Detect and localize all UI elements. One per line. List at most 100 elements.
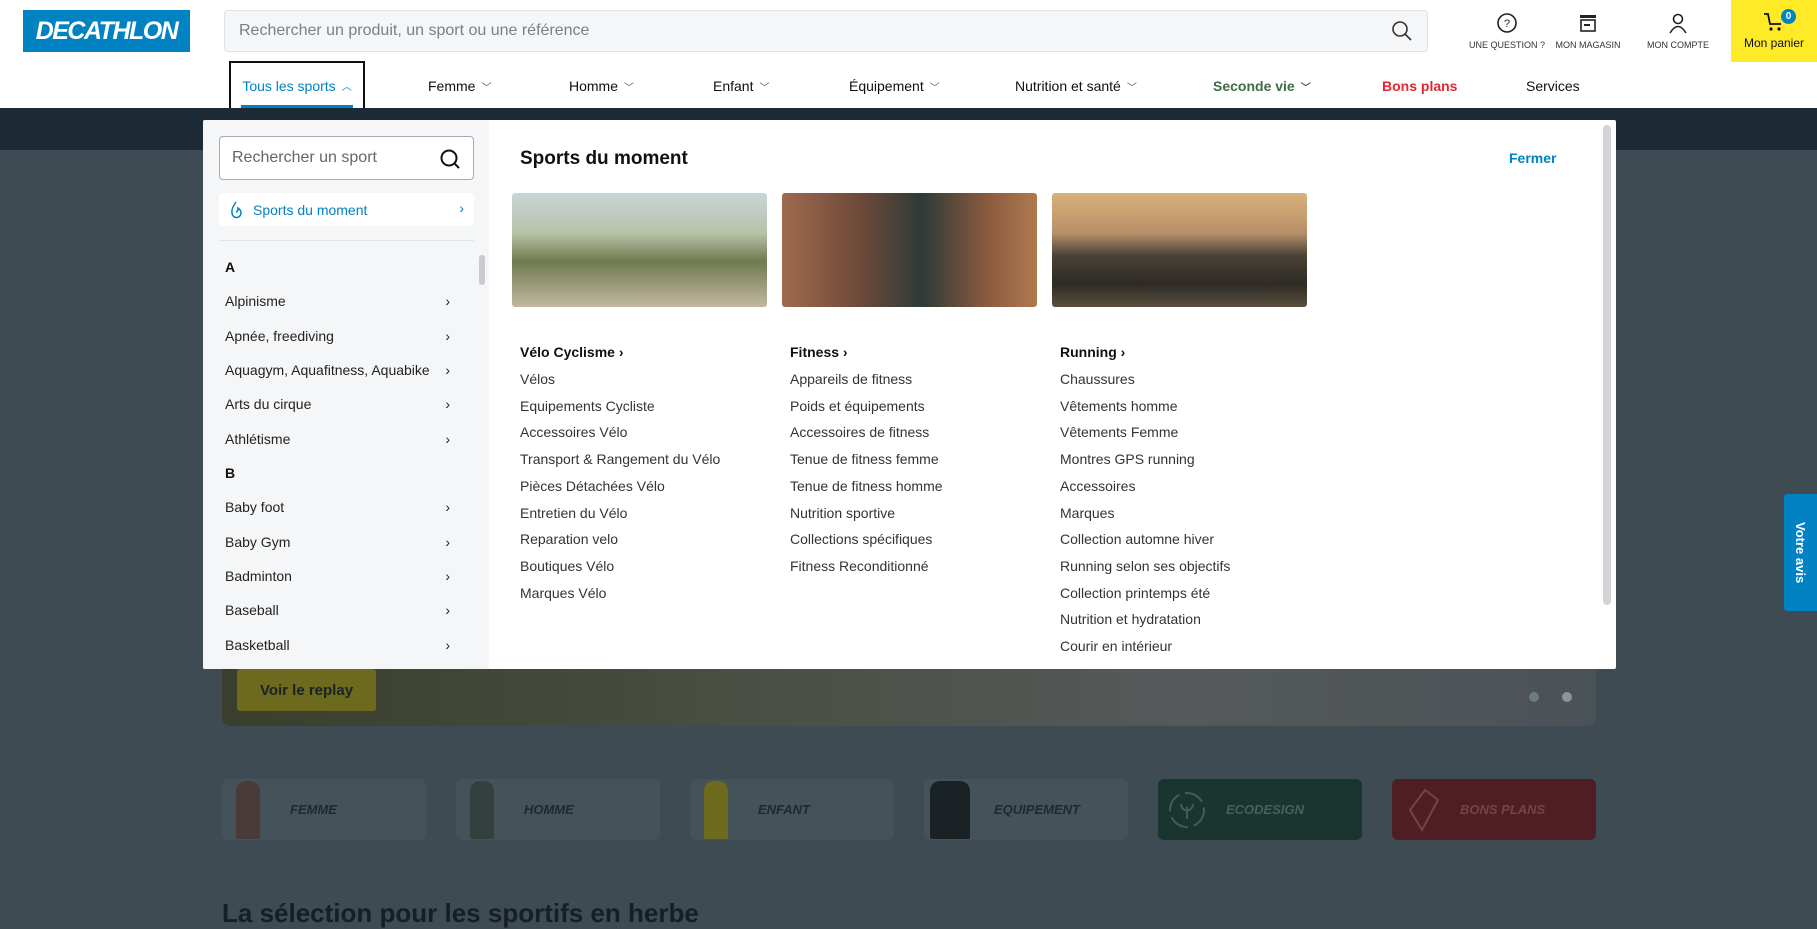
category-femme[interactable]: FEMME (222, 779, 426, 840)
store-icon (1580, 15, 1596, 32)
sports-sidebar: Rechercher un sport Sports du moment › A… (203, 120, 489, 669)
nav-label: Femme (428, 78, 476, 94)
menu-link[interactable]: Collection automne hiver (1060, 531, 1214, 547)
category-bons-plans[interactable]: BONS PLANS (1392, 779, 1596, 840)
nav-enfant[interactable]: Enfant ﹀ (713, 64, 769, 108)
cycling-image[interactable] (512, 193, 767, 307)
sport-item[interactable]: Athlétisme › (225, 431, 450, 447)
account-button[interactable]: MON COMPTE (1638, 12, 1718, 50)
sport-item[interactable]: Apnée, freediving › (225, 328, 450, 344)
column-title: Fitness (790, 344, 840, 360)
menu-link[interactable]: Fitness Reconditionné (790, 558, 929, 574)
menu-link[interactable]: Vêtements Femme (1060, 424, 1178, 440)
sports-du-moment-link[interactable]: Sports du moment › (219, 193, 474, 226)
chevron-right-icon: › (445, 568, 450, 584)
sport-item[interactable]: Baby foot › (225, 499, 450, 515)
sport-item[interactable]: Baby Gym › (225, 534, 450, 550)
ecodesign-icon (1169, 792, 1205, 828)
category-homme[interactable]: HOMME (456, 779, 660, 840)
sport-item[interactable]: Basketball › (225, 637, 450, 653)
menu-link[interactable]: Chaussures (1060, 371, 1135, 387)
sidebar-scrollbar[interactable] (479, 255, 485, 285)
sport-item[interactable]: Arts du cirque › (225, 396, 450, 412)
chevron-down-icon: ﹀ (929, 82, 940, 94)
menu-scrollbar[interactable] (1603, 125, 1611, 605)
nav-label: Enfant (713, 78, 754, 94)
search-icon[interactable] (1391, 20, 1413, 42)
help-button[interactable]: ? UNE QUESTION ? (1467, 12, 1547, 50)
column-heading-link[interactable]: Vélo Cyclisme › (520, 344, 624, 360)
menu-link[interactable]: Nutrition sportive (790, 505, 895, 521)
running-image[interactable] (1052, 193, 1307, 307)
column-title: Running (1060, 344, 1117, 360)
nav-services[interactable]: Services (1526, 64, 1580, 108)
menu-link[interactable]: Vêtements homme (1060, 398, 1178, 414)
menu-link[interactable]: Vélos (520, 371, 555, 387)
store-label: MON MAGASIN (1555, 40, 1621, 50)
carousel-dot[interactable] (1529, 692, 1539, 702)
letter-heading: B (225, 465, 236, 481)
menu-link[interactable]: Entretien du Vélo (520, 505, 627, 521)
menu-link[interactable]: Tenue de fitness homme (790, 478, 943, 494)
product-search-input[interactable]: Rechercher un produit, un sport ou une r… (224, 10, 1428, 52)
nav-homme[interactable]: Homme ﹀ (569, 64, 634, 108)
menu-link[interactable]: Marques Vélo (520, 585, 606, 601)
carousel-dot[interactable] (1562, 692, 1572, 702)
help-label: UNE QUESTION ? (1468, 40, 1545, 50)
menu-link[interactable]: Collection printemps été (1060, 585, 1210, 601)
menu-link[interactable]: Accessoires (1060, 478, 1135, 494)
user-icon (1669, 13, 1687, 34)
menu-link[interactable]: Poids et équipements (790, 398, 925, 414)
replay-button[interactable]: Voir le replay (237, 669, 376, 711)
close-button[interactable]: Fermer (1509, 150, 1556, 166)
category-label: HOMME (524, 802, 574, 817)
menu-link[interactable]: Courir en intérieur (1060, 638, 1172, 654)
feedback-tab[interactable]: Votre avis (1784, 494, 1817, 611)
menu-link[interactable]: Equipements Cycliste (520, 398, 655, 414)
menu-link[interactable]: Accessoires Vélo (520, 424, 627, 440)
menu-link[interactable]: Nutrition et hydratation (1060, 611, 1201, 627)
menu-link[interactable]: Marques (1060, 505, 1114, 521)
sport-item[interactable]: Alpinisme › (225, 293, 450, 309)
svg-text:?: ? (1504, 18, 1510, 30)
category-ecodesign[interactable]: ECODESIGN (1158, 779, 1362, 840)
category-label: ECODESIGN (1226, 802, 1305, 817)
menu-link[interactable]: Running selon ses objectifs (1060, 558, 1230, 574)
account-label: MON COMPTE (1647, 40, 1709, 50)
column-heading-link[interactable]: Running › (1060, 344, 1125, 360)
category-label: BONS PLANS (1460, 802, 1546, 817)
column-heading-link[interactable]: Fitness › (790, 344, 848, 360)
nav-seconde-vie[interactable]: Seconde vie ﹀ (1213, 64, 1311, 108)
category-equipement[interactable]: EQUIPEMENT (924, 779, 1128, 840)
menu-link[interactable]: Reparation velo (520, 531, 618, 547)
menu-link[interactable]: Collections spécifiques (790, 531, 932, 547)
chevron-down-icon: ﹀ (481, 82, 492, 94)
menu-link[interactable]: Appareils de fitness (790, 371, 912, 387)
sport-item[interactable]: Baseball › (225, 602, 450, 618)
menu-link[interactable]: Tenue de fitness femme (790, 451, 939, 467)
chevron-right-icon: › (445, 396, 450, 412)
sport-item[interactable]: Aquagym, Aquafitness, Aquabike › (225, 362, 450, 378)
store-button[interactable]: MON MAGASIN (1548, 12, 1628, 50)
nav-tous-les-sports[interactable]: Tous les sports ︿ (229, 61, 365, 108)
search-placeholder: Rechercher un produit, un sport ou une r… (239, 22, 590, 39)
menu-link[interactable]: Transport & Rangement du Vélo (520, 451, 720, 467)
nav-femme[interactable]: Femme ﹀ (428, 64, 491, 108)
nav-nutrition[interactable]: Nutrition et santé ﹀ (1015, 64, 1137, 108)
menu-link[interactable]: Montres GPS running (1060, 451, 1195, 467)
decathlon-logo[interactable]: DECATHLON (23, 10, 190, 52)
nav-equipement[interactable]: Équipement ﹀ (849, 64, 940, 108)
chevron-down-icon: ﹀ (624, 82, 635, 94)
nav-bons-plans[interactable]: Bons plans (1382, 64, 1457, 108)
category-enfant[interactable]: ENFANT (690, 779, 894, 840)
menu-link[interactable]: Pièces Détachées Vélo (520, 478, 665, 494)
cart-button[interactable]: 0 Mon panier (1731, 0, 1817, 62)
sport-item[interactable]: Badminton › (225, 568, 450, 584)
menu-link[interactable]: Boutiques Vélo (520, 558, 614, 574)
fitness-image[interactable] (782, 193, 1037, 307)
nav-label: Nutrition et santé (1015, 78, 1121, 94)
sport-search-input[interactable]: Rechercher un sport (219, 136, 474, 180)
menu-link[interactable]: Accessoires de fitness (790, 424, 929, 440)
menu-title: Sports du moment (520, 148, 688, 169)
search-icon[interactable] (439, 148, 461, 170)
